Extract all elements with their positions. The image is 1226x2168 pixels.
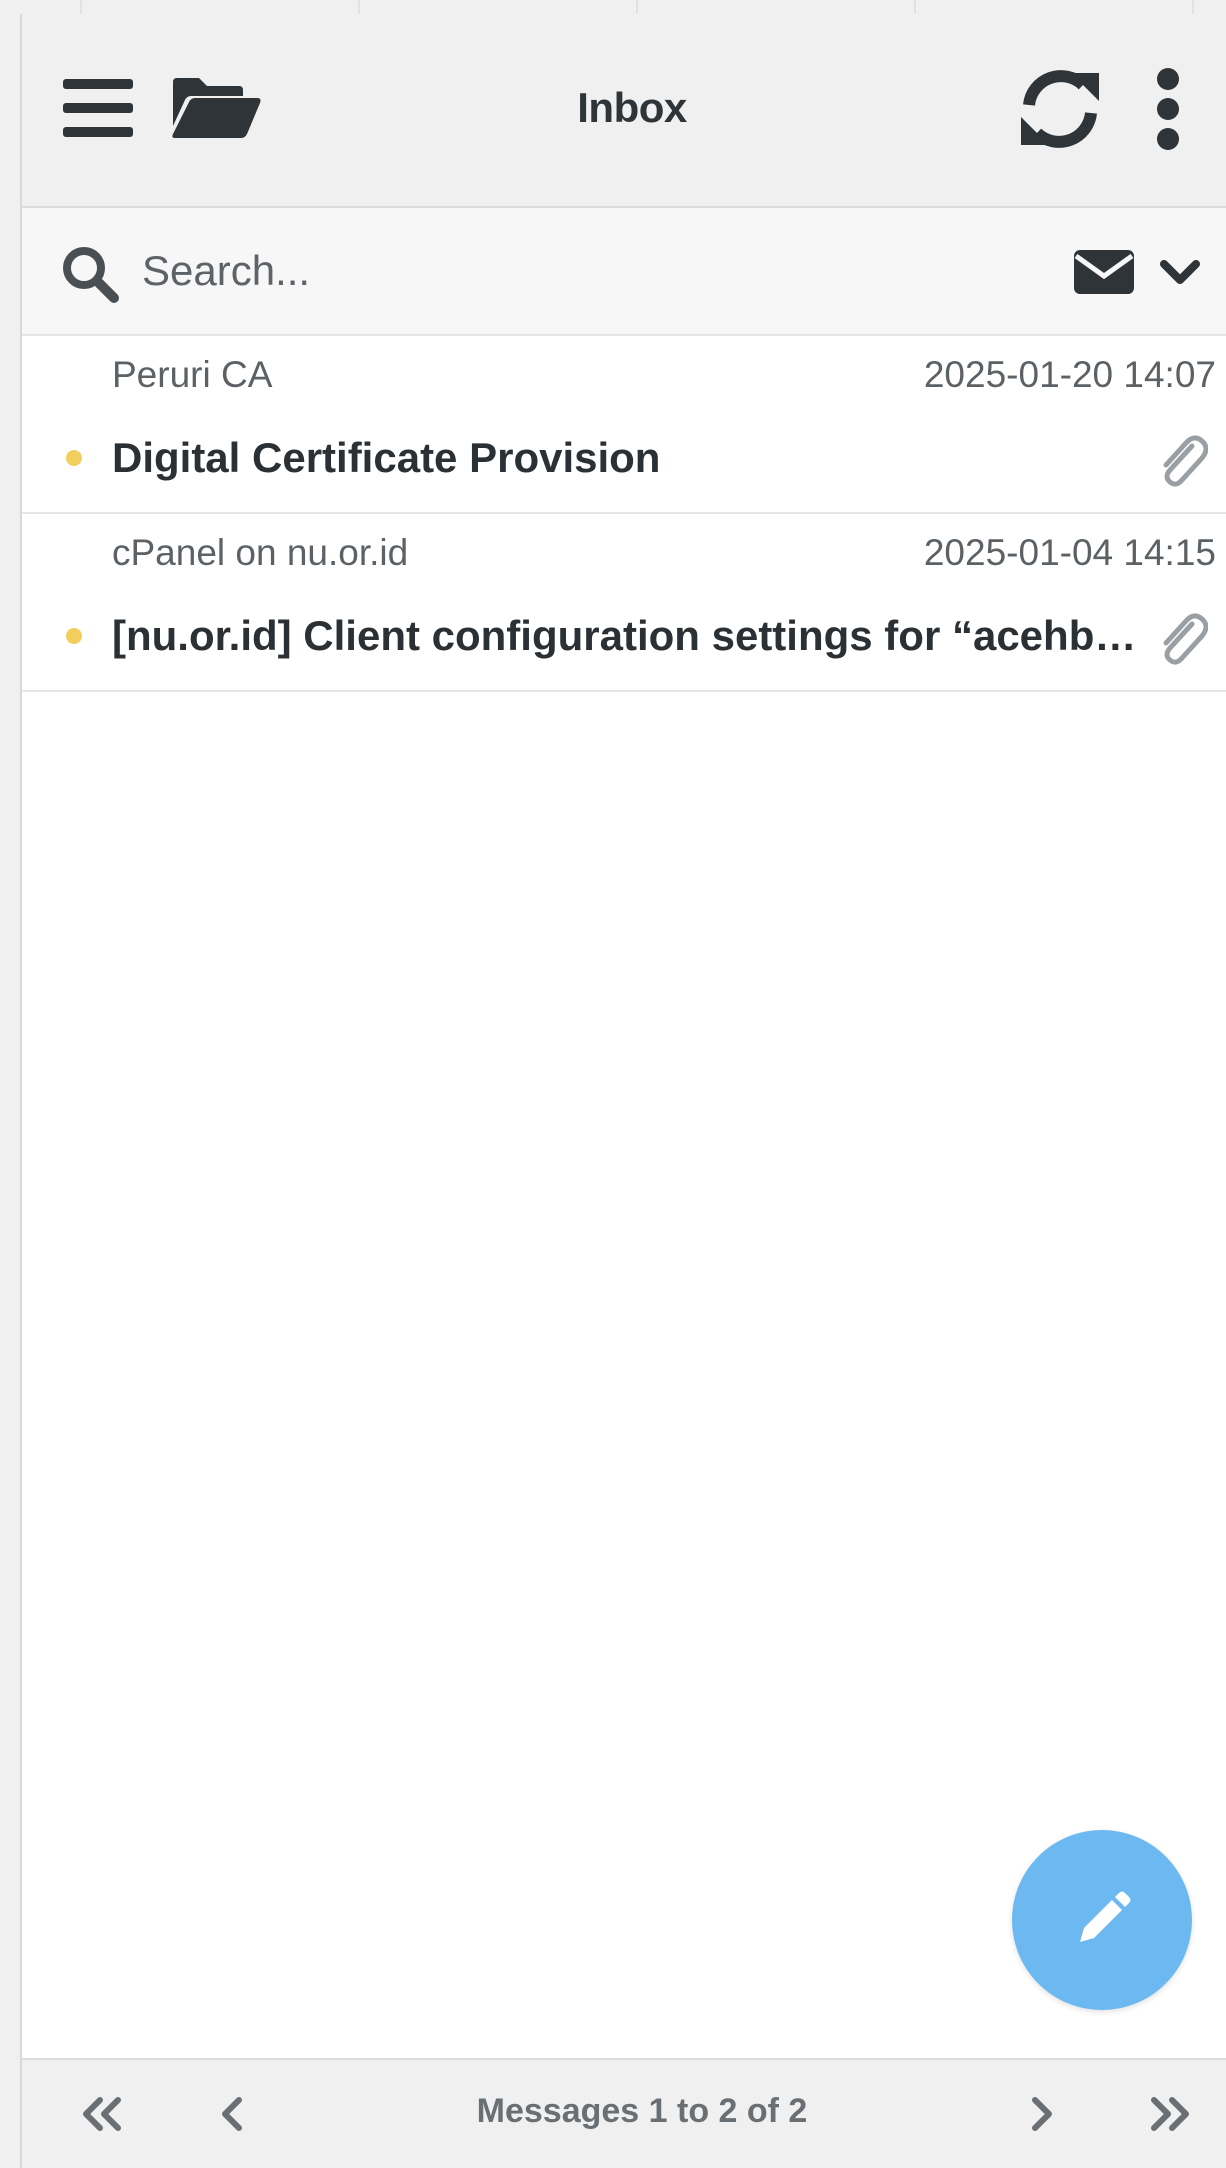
search-icon (63, 247, 119, 303)
search-options-button[interactable] (1158, 252, 1202, 292)
pencil-icon (1080, 1891, 1131, 1942)
folder-open-icon (172, 78, 261, 138)
search-bar (22, 208, 1226, 336)
refresh-button[interactable] (1012, 64, 1108, 154)
search-scope-button[interactable] (1072, 248, 1136, 296)
pagination-bar: Messages 1 to 2 of 2 (22, 2058, 1226, 2168)
double-chevron-right-icon (1151, 2097, 1189, 2131)
chevron-right-icon (1032, 2097, 1052, 2131)
message-date: 2025-01-20 14:07 (923, 354, 1216, 395)
hamburger-menu-icon (63, 79, 133, 137)
envelope-icon (1074, 250, 1134, 294)
search-input[interactable] (142, 238, 942, 304)
toolbar-header: Inbox (22, 14, 1226, 208)
folders-button[interactable] (168, 70, 264, 146)
menu-button[interactable] (60, 70, 136, 146)
mail-app-panel: Inbox Search... Peruri CA 2025-01-20 14:… (22, 14, 1226, 2168)
first-page-button[interactable] (72, 2084, 132, 2144)
pagination-info: Messages 1 to 2 of 2 (476, 2092, 808, 2130)
previous-page-button[interactable] (202, 2084, 262, 2144)
message-subject: [nu.or.id] Client configuration settings… (112, 612, 1137, 659)
paperclip-icon (1163, 613, 1208, 665)
paperclip-icon (1163, 435, 1208, 487)
message-list: Peruri CA 2025-01-20 14:07 Digital Certi… (22, 336, 1226, 692)
double-chevron-left-icon (83, 2097, 121, 2131)
vertical-dots-icon (1157, 68, 1179, 150)
refresh-icon (1021, 70, 1099, 148)
page-title: Inbox (577, 84, 687, 131)
compose-button[interactable] (1012, 1830, 1192, 2010)
unread-indicator (66, 628, 82, 644)
chevron-left-icon (222, 2097, 242, 2131)
next-page-button[interactable] (1012, 2084, 1072, 2144)
more-options-button[interactable] (1142, 64, 1194, 154)
unread-indicator (66, 450, 82, 466)
message-row[interactable]: cPanel on nu.or.id 2025-01-04 14:15 [nu.… (22, 514, 1226, 692)
message-row[interactable]: Peruri CA 2025-01-20 14:07 Digital Certi… (22, 336, 1226, 514)
message-sender: Peruri CA (112, 354, 273, 395)
message-sender: cPanel on nu.or.id (112, 532, 409, 573)
message-subject: Digital Certificate Provision (112, 434, 661, 481)
message-date: 2025-01-04 14:15 (923, 532, 1216, 573)
chevron-down-icon (1160, 260, 1200, 284)
last-page-button[interactable] (1140, 2084, 1200, 2144)
